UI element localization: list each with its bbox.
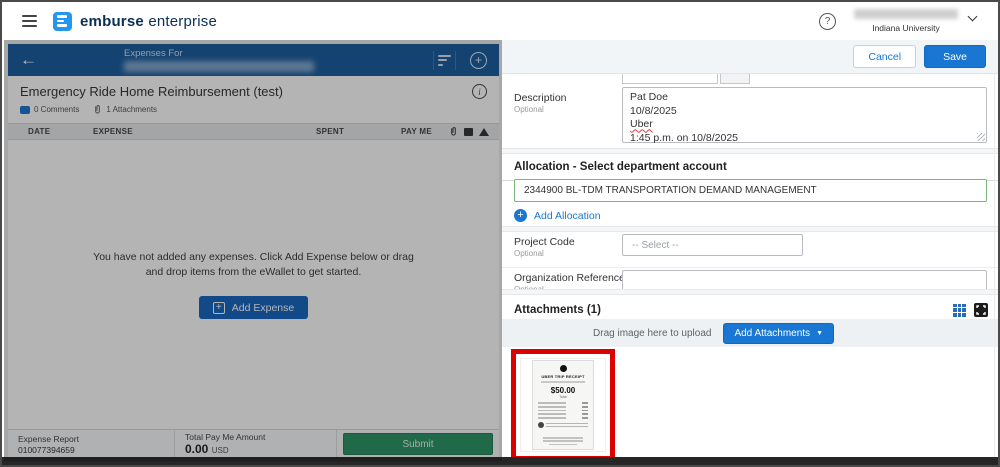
brand-title: emburse enterprise xyxy=(80,13,217,30)
clipped-field[interactable] xyxy=(622,73,718,84)
allocation-section-header: Allocation - Select department account xyxy=(502,154,1000,181)
receipt-line-items xyxy=(538,402,588,419)
description-line: Pat Doe xyxy=(630,91,979,105)
add-attachments-button[interactable]: Add Attachments ▼ xyxy=(723,323,834,344)
receipt-title: UBER TRIP RECEIPT xyxy=(541,374,584,379)
attachment-thumbnail[interactable]: UBER TRIP RECEIPT $50.00 Total xyxy=(520,358,606,452)
user-menu[interactable]: Indiana University xyxy=(854,9,984,33)
attachments-title: Attachments (1) xyxy=(514,304,601,316)
description-line: 1:45 p.m. on 10/8/2025 xyxy=(630,132,979,146)
save-button[interactable]: Save xyxy=(924,45,986,68)
project-code-select[interactable]: -- Select -- xyxy=(622,234,803,256)
description-line: 10/8/2025 xyxy=(630,105,979,119)
org-name: Indiana University xyxy=(872,23,940,33)
plus-circle-icon: + xyxy=(514,209,527,222)
receipt-line xyxy=(541,381,585,383)
receipt-total-label: Total xyxy=(559,395,566,399)
description-optional: Optional xyxy=(514,105,567,114)
caret-down-icon: ▼ xyxy=(816,330,823,337)
receipt-footer-lines xyxy=(543,437,583,445)
help-icon[interactable]: ? xyxy=(819,13,836,30)
receipt-amount: $50.00 xyxy=(551,386,575,395)
receipt-image: UBER TRIP RECEIPT $50.00 Total xyxy=(532,360,594,450)
clipped-field-addon[interactable] xyxy=(720,73,750,84)
hamburger-menu-icon[interactable] xyxy=(22,15,37,27)
detail-action-bar: Cancel Save xyxy=(502,40,1000,74)
top-bar: emburse enterprise ? Indiana University xyxy=(2,2,998,40)
description-label: Description xyxy=(514,92,567,104)
allocation-account-input[interactable]: 2344900 BL-TDM TRANSPORTATION DEMAND MAN… xyxy=(514,179,987,202)
section-separator xyxy=(502,226,1000,232)
description-textarea[interactable]: Pat Doe 10/8/2025 Uber 1:45 p.m. on 10/8… xyxy=(622,87,987,143)
chevron-down-icon xyxy=(968,12,978,22)
modal-dim-overlay xyxy=(4,40,502,461)
attachment-upload-strip: Drag image here to upload Add Attachment… xyxy=(502,319,1000,347)
emburse-logo-icon xyxy=(53,12,72,31)
drag-hint-text: Drag image here to upload xyxy=(593,328,711,339)
cancel-button[interactable]: Cancel xyxy=(853,45,916,68)
description-line: Uber xyxy=(630,118,979,132)
project-code-label: Project Code xyxy=(514,236,575,248)
uber-logo-icon xyxy=(560,365,567,372)
expand-icon[interactable] xyxy=(974,303,988,317)
app-window: emburse enterprise ? Indiana University … xyxy=(0,0,1000,467)
avatar xyxy=(538,422,544,428)
report-panel-region: ← Expenses For + Emergency Ride Home Rei… xyxy=(4,40,502,461)
brand-primary: emburse xyxy=(80,13,144,30)
red-annotation-box: UBER TRIP RECEIPT $50.00 Total xyxy=(511,349,615,461)
project-code-optional: Optional xyxy=(514,249,575,258)
section-separator xyxy=(502,289,1000,295)
brand-secondary: enterprise xyxy=(148,13,217,30)
grid-view-icon[interactable] xyxy=(953,304,966,317)
redacted-user-name xyxy=(854,9,958,19)
scroll-edge xyxy=(994,74,995,461)
org-reference-label: Organization Reference Id xyxy=(514,272,637,284)
add-allocation-link[interactable]: + Add Allocation xyxy=(514,209,601,222)
receipt-driver-row xyxy=(538,422,588,428)
expense-detail-panel: Cancel Save Description Optional Pat Doe… xyxy=(502,40,1000,461)
row-divider xyxy=(502,267,1000,268)
